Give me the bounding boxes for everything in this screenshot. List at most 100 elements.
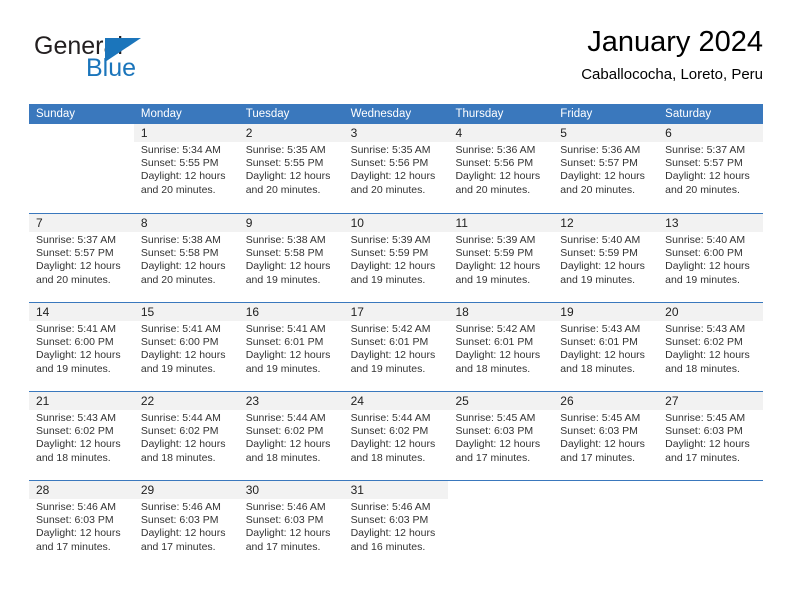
calendar-day-cell[interactable]: 22 Sunrise: 5:44 AM Sunset: 6:02 PM Dayligh… <box>133 392 239 480</box>
day-details: Sunrise: 5:46 AM Sunset: 6:03 PM Daylight:… <box>246 501 339 554</box>
calendar-day-cell[interactable]: 21 Sunrise: 5:43 AM Sunset: 6:02 PM Dayligh… <box>29 392 134 480</box>
day-detail-daylight-line1: Daylight: 12 hours <box>560 170 645 183</box>
day-detail-sunrise: Sunrise: 5:38 AM <box>140 234 221 246</box>
day-detail-daylight-line2: and 18 minutes. <box>455 362 531 375</box>
weekday-header-wednesday: Wednesday <box>350 108 412 120</box>
day-details: Sunrise: 5:39 AM Sunset: 5:59 PM Daylight:… <box>351 234 444 287</box>
calendar-day-cell[interactable]: 12 Sunrise: 5:40 AM Sunset: 5:59 PM Dayligh… <box>553 214 659 302</box>
day-number: 20 <box>665 305 679 319</box>
day-number: 8 <box>140 216 148 230</box>
calendar-cell-empty <box>658 481 764 569</box>
day-detail-sunrise: Sunrise: 5:42 AM <box>455 323 536 335</box>
calendar-day-cell[interactable]: 26 Sunrise: 5:45 AM Sunset: 6:03 PM Dayligh… <box>553 392 659 480</box>
calendar-day-cell[interactable]: 11 Sunrise: 5:39 AM Sunset: 5:59 PM Dayligh… <box>448 214 554 302</box>
day-number: 14 <box>36 305 50 319</box>
day-number: 10 <box>350 216 364 230</box>
calendar-day-cell[interactable]: 5 Sunrise: 5:36 AM Sunset: 5:57 PM Daylight… <box>553 124 659 213</box>
calendar-day-cell[interactable]: 10 Sunrise: 5:39 AM Sunset: 5:59 PM Dayligh… <box>343 214 449 302</box>
day-detail-sunset: Sunset: 5:58 PM <box>140 247 219 260</box>
day-details: Sunrise: 5:37 AM Sunset: 5:57 PM Daylight:… <box>665 144 758 197</box>
day-details: Sunrise: 5:37 AM Sunset: 5:57 PM Daylight:… <box>36 234 129 287</box>
day-detail-sunset: Sunset: 6:03 PM <box>665 425 743 438</box>
day-details: Sunrise: 5:41 AM Sunset: 6:00 PM Daylight:… <box>141 323 234 376</box>
day-detail-sunrise: Sunrise: 5:41 AM <box>36 323 116 335</box>
calendar-day-cell[interactable]: 28 Sunrise: 5:46 AM Sunset: 6:03 PM Dayligh… <box>29 481 134 569</box>
day-detail-daylight-line2: and 19 minutes. <box>245 362 321 375</box>
day-detail-daylight-line1: Daylight: 12 hours <box>350 438 436 451</box>
day-detail-sunset: Sunset: 6:03 PM <box>455 425 534 438</box>
day-detail-daylight-line1: Daylight: 12 hours <box>455 438 541 451</box>
day-details: Sunrise: 5:46 AM Sunset: 6:03 PM Daylight:… <box>36 501 129 554</box>
day-number: 7 <box>36 216 43 230</box>
day-details: Sunrise: 5:46 AM Sunset: 6:03 PM Daylight:… <box>351 501 444 554</box>
day-detail-daylight-line1: Daylight: 12 hours <box>140 349 226 362</box>
day-detail-daylight-line2: and 19 minutes. <box>560 273 636 286</box>
day-detail-daylight-line1: Daylight: 12 hours <box>140 170 226 183</box>
day-detail-sunrise: Sunrise: 5:44 AM <box>140 412 221 424</box>
calendar-day-cell[interactable]: 13 Sunrise: 5:40 AM Sunset: 6:00 PM Dayligh… <box>658 214 764 302</box>
calendar-day-cell[interactable]: 31 Sunrise: 5:46 AM Sunset: 6:03 PM Dayligh… <box>343 481 449 569</box>
day-number: 12 <box>560 216 574 230</box>
day-detail-sunset: Sunset: 5:59 PM <box>455 247 534 260</box>
calendar-day-cell[interactable]: 24 Sunrise: 5:44 AM Sunset: 6:02 PM Dayligh… <box>343 392 449 480</box>
day-detail-sunrise: Sunrise: 5:37 AM <box>665 144 746 156</box>
calendar-day-cell[interactable]: 19 Sunrise: 5:43 AM Sunset: 6:01 PM Dayligh… <box>553 303 659 391</box>
day-details: Sunrise: 5:43 AM Sunset: 6:01 PM Daylight:… <box>560 323 653 376</box>
calendar-weeks: 1 Sunrise: 5:34 AM Sunset: 5:55 PM Daylight… <box>29 124 764 569</box>
calendar-day-cell[interactable]: 23 Sunrise: 5:44 AM Sunset: 6:02 PM Dayligh… <box>238 392 344 480</box>
day-detail-daylight-line1: Daylight: 12 hours <box>665 260 750 273</box>
day-details: Sunrise: 5:35 AM Sunset: 5:55 PM Daylight:… <box>246 144 339 197</box>
day-detail-daylight-line1: Daylight: 12 hours <box>350 170 436 183</box>
day-detail-sunset: Sunset: 6:00 PM <box>140 336 219 349</box>
calendar-day-cell[interactable]: 8 Sunrise: 5:38 AM Sunset: 5:58 PM Daylight… <box>133 214 239 302</box>
day-details: Sunrise: 5:43 AM Sunset: 6:02 PM Daylight:… <box>36 412 129 465</box>
calendar-day-cell[interactable]: 27 Sunrise: 5:45 AM Sunset: 6:03 PM Dayligh… <box>658 392 764 480</box>
calendar-day-cell[interactable]: 14 Sunrise: 5:41 AM Sunset: 6:00 PM Dayligh… <box>29 303 134 391</box>
day-details: Sunrise: 5:42 AM Sunset: 6:01 PM Daylight:… <box>455 323 548 376</box>
day-detail-sunrise: Sunrise: 5:45 AM <box>560 412 641 424</box>
day-number: 25 <box>455 394 469 408</box>
day-number: 16 <box>245 305 260 319</box>
weekday-header-tuesday: Tuesday <box>245 108 290 120</box>
day-detail-sunrise: Sunrise: 5:46 AM <box>350 501 431 513</box>
brand-logo[interactable]: General Blue <box>29 26 239 88</box>
day-detail-sunrise: Sunrise: 5:36 AM <box>560 144 641 156</box>
weekday-header-monday: Monday <box>140 108 182 120</box>
day-detail-daylight-line2: and 20 minutes. <box>140 273 216 286</box>
calendar-day-cell[interactable]: 2 Sunrise: 5:35 AM Sunset: 5:55 PM Daylight… <box>238 124 344 213</box>
day-number: 22 <box>140 394 155 408</box>
calendar-page: General Blue January 2024 Caballococha, … <box>0 0 792 612</box>
calendar-day-cell[interactable]: 25 Sunrise: 5:45 AM Sunset: 6:03 PM Dayligh… <box>448 392 554 480</box>
calendar-day-cell[interactable]: 15 Sunrise: 5:41 AM Sunset: 6:00 PM Dayligh… <box>133 303 239 391</box>
day-detail-daylight-line1: Daylight: 12 hours <box>36 349 121 362</box>
day-number: 31 <box>350 483 364 497</box>
day-detail-daylight-line1: Daylight: 12 hours <box>455 260 541 273</box>
day-details: Sunrise: 5:35 AM Sunset: 5:56 PM Daylight:… <box>351 144 444 197</box>
calendar-day-cell[interactable]: 16 Sunrise: 5:41 AM Sunset: 6:01 PM Dayligh… <box>238 303 344 391</box>
calendar-day-cell[interactable]: 3 Sunrise: 5:35 AM Sunset: 5:56 PM Daylight… <box>343 124 449 213</box>
day-details: Sunrise: 5:36 AM Sunset: 5:56 PM Daylight:… <box>455 144 548 197</box>
day-detail-daylight-line2: and 19 minutes. <box>245 273 321 286</box>
calendar-day-cell[interactable]: 17 Sunrise: 5:42 AM Sunset: 6:01 PM Dayligh… <box>343 303 449 391</box>
day-details: Sunrise: 5:42 AM Sunset: 6:01 PM Daylight:… <box>351 323 444 376</box>
calendar-day-cell[interactable]: 20 Sunrise: 5:43 AM Sunset: 6:02 PM Dayligh… <box>658 303 764 391</box>
calendar-day-cell[interactable]: 7 Sunrise: 5:37 AM Sunset: 5:57 PM Daylight… <box>29 214 134 302</box>
day-detail-sunrise: Sunrise: 5:43 AM <box>36 412 116 424</box>
calendar-day-cell[interactable]: 1 Sunrise: 5:34 AM Sunset: 5:55 PM Daylight… <box>133 124 239 213</box>
calendar-week-row: 21 Sunrise: 5:43 AM Sunset: 6:02 PM Dayligh… <box>29 391 764 480</box>
day-detail-sunset: Sunset: 5:56 PM <box>350 157 429 170</box>
calendar-day-cell[interactable]: 4 Sunrise: 5:36 AM Sunset: 5:56 PM Daylight… <box>448 124 554 213</box>
day-number: 13 <box>665 216 679 230</box>
calendar-day-cell[interactable]: 30 Sunrise: 5:46 AM Sunset: 6:03 PM Dayligh… <box>238 481 344 569</box>
day-detail-sunrise: Sunrise: 5:42 AM <box>350 323 431 335</box>
calendar-day-cell[interactable]: 18 Sunrise: 5:42 AM Sunset: 6:01 PM Dayligh… <box>448 303 554 391</box>
calendar-day-cell[interactable]: 29 Sunrise: 5:46 AM Sunset: 6:03 PM Dayligh… <box>133 481 239 569</box>
day-detail-sunset: Sunset: 6:03 PM <box>140 514 219 527</box>
calendar-day-cell[interactable]: 6 Sunrise: 5:37 AM Sunset: 5:57 PM Daylight… <box>658 124 764 213</box>
day-detail-sunrise: Sunrise: 5:45 AM <box>665 412 746 424</box>
day-detail-sunset: Sunset: 5:59 PM <box>560 247 638 260</box>
day-detail-sunset: Sunset: 6:03 PM <box>560 425 638 438</box>
day-detail-daylight-line1: Daylight: 12 hours <box>665 170 750 183</box>
day-details: Sunrise: 5:45 AM Sunset: 6:03 PM Daylight:… <box>455 412 548 465</box>
calendar-day-cell[interactable]: 9 Sunrise: 5:38 AM Sunset: 5:58 PM Daylight… <box>238 214 344 302</box>
